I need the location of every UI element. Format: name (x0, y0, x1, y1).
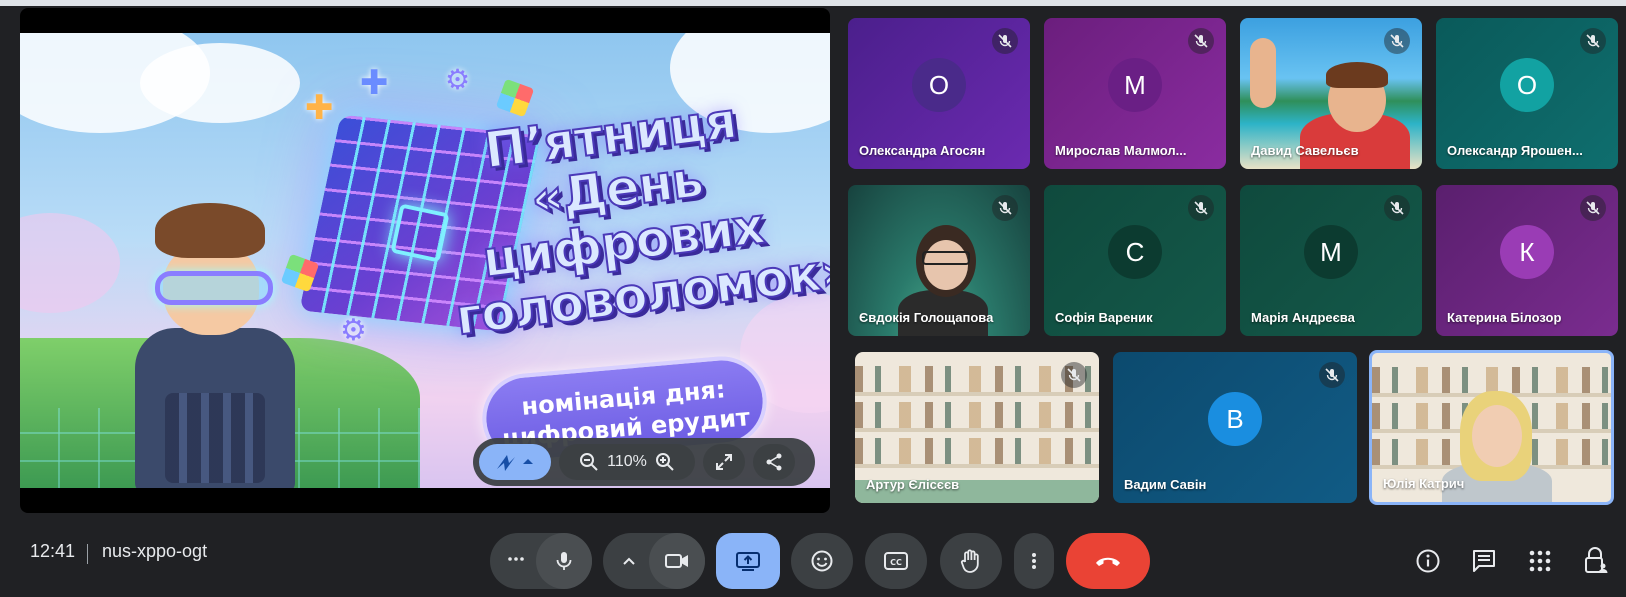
presentation-toolbar: 110% (473, 438, 815, 486)
avatar: М (1304, 225, 1358, 279)
slide-boy-illustration (125, 203, 315, 488)
meeting-controls-bar: 12:41 nus-xppo-ogt CC (0, 513, 1626, 597)
participant-name: Юлія Катрич (1383, 476, 1465, 491)
microphone-button[interactable] (536, 533, 592, 589)
annotate-icon (497, 455, 533, 471)
mic-off-icon (1188, 28, 1214, 54)
raise-hand-icon (960, 549, 979, 573)
participant-tile[interactable]: С Софія Вареник (1044, 185, 1226, 336)
audio-options-button[interactable] (506, 549, 526, 569)
expand-icon (716, 454, 732, 470)
participant-tile[interactable]: К Катерина Білозор (1436, 185, 1618, 336)
more-options-button[interactable] (1014, 533, 1054, 589)
gear-icon: ⚙ (340, 313, 367, 348)
activities-button[interactable] (1520, 541, 1560, 581)
avatar: О (912, 58, 966, 112)
fullscreen-button[interactable] (703, 444, 745, 480)
participant-name: Давид Савельєв (1251, 143, 1359, 158)
participant-name: Артур Єлісєєв (866, 477, 960, 492)
more-vertical-icon (1032, 553, 1036, 569)
participant-name: Олександра Агосян (859, 143, 986, 158)
presentation-panel[interactable]: ✚ ✚ ⚙ ⚙ П’ятниця «День цифрових головоло… (20, 8, 830, 513)
divider (87, 544, 88, 564)
mic-off-icon (992, 28, 1018, 54)
mic-off-icon (1384, 195, 1410, 221)
participant-video-tile[interactable]: Давид Савельєв (1240, 18, 1422, 169)
mic-off-icon (1319, 362, 1345, 388)
mic-off-icon (992, 195, 1018, 221)
chat-button[interactable] (1464, 541, 1504, 581)
video-options-button[interactable] (619, 551, 639, 571)
apps-grid-icon (1529, 550, 1551, 572)
audio-control-group (490, 533, 592, 589)
present-screen-button[interactable] (716, 533, 780, 589)
mic-off-icon (1188, 195, 1214, 221)
participant-tile[interactable]: О Олександра Агосян (848, 18, 1030, 169)
participant-video-tile[interactable]: Артур Єлісєєв (855, 352, 1099, 503)
zoom-level: 110% (607, 453, 647, 470)
rubiks-cube-icon (495, 78, 535, 118)
participant-tile[interactable]: В Вадим Савін (1113, 352, 1357, 503)
gear-icon: ⚙ (445, 63, 471, 96)
info-icon (1416, 549, 1440, 573)
slide-title: П’ятниця «День цифрових головоломок» (452, 90, 830, 347)
meeting-time: 12:41 (30, 541, 76, 561)
microphone-icon (556, 552, 572, 570)
zoom-control: 110% (559, 444, 695, 480)
meeting-info-button[interactable] (1408, 541, 1448, 581)
raise-hand-button[interactable] (940, 533, 1002, 589)
zoom-in-icon[interactable] (655, 452, 675, 472)
captions-button[interactable]: CC (865, 533, 927, 589)
video-control-group (603, 533, 705, 589)
reactions-button[interactable] (791, 533, 853, 589)
window-top-strip (0, 0, 1626, 6)
presentation-slide: ✚ ✚ ⚙ ⚙ П’ятниця «День цифрових головоло… (20, 33, 830, 488)
svg-text:CC: CC (890, 558, 902, 567)
share-icon (766, 453, 782, 471)
mic-off-icon (1580, 195, 1606, 221)
leave-call-button[interactable] (1066, 533, 1150, 589)
participant-video-tile-speaking[interactable]: Юлія Катрич (1369, 350, 1614, 505)
closed-captions-icon: CC (884, 552, 908, 570)
participant-name: Марія Андреєва (1251, 310, 1355, 325)
present-screen-icon (736, 552, 760, 571)
annotate-button[interactable] (479, 444, 551, 480)
participant-video-tile[interactable]: Євдокія Голощапова (848, 185, 1030, 336)
avatar: М (1108, 58, 1162, 112)
participant-tile[interactable]: О Олександр Ярошен... (1436, 18, 1618, 169)
participant-tile[interactable]: М Мирослав Малмол... (1044, 18, 1226, 169)
mic-off-icon (1580, 28, 1606, 54)
avatar: В (1208, 392, 1262, 446)
avatar: О (1500, 58, 1554, 112)
meeting-code: nus-xppo-ogt (102, 541, 208, 561)
video-camera-icon (665, 554, 688, 568)
participant-name: Катерина Білозор (1447, 310, 1562, 325)
zoom-out-icon[interactable] (579, 452, 599, 472)
participant-name: Вадим Савін (1124, 477, 1207, 492)
more-horizontal-icon (508, 557, 524, 561)
participant-name: Мирослав Малмол... (1055, 143, 1187, 158)
puzzle-piece-icon: ✚ (360, 63, 389, 103)
lock-person-icon (1585, 547, 1608, 573)
participant-name: Олександр Ярошен... (1447, 143, 1583, 158)
host-controls-button[interactable] (1576, 541, 1616, 581)
chat-icon (1473, 550, 1495, 572)
avatar: С (1108, 225, 1162, 279)
mic-off-icon (1384, 28, 1410, 54)
puzzle-piece-icon: ✚ (305, 88, 334, 128)
avatar: К (1500, 225, 1554, 279)
participant-name: Євдокія Голощапова (859, 310, 994, 325)
participant-name: Софія Вареник (1055, 310, 1153, 325)
emoji-icon (811, 550, 833, 572)
participant-tile[interactable]: М Марія Андреєва (1240, 185, 1422, 336)
camera-button[interactable] (649, 533, 705, 589)
hang-up-icon (1096, 557, 1120, 566)
mic-off-icon (1061, 362, 1087, 388)
chevron-up-icon (623, 557, 635, 565)
share-button[interactable] (753, 444, 795, 480)
